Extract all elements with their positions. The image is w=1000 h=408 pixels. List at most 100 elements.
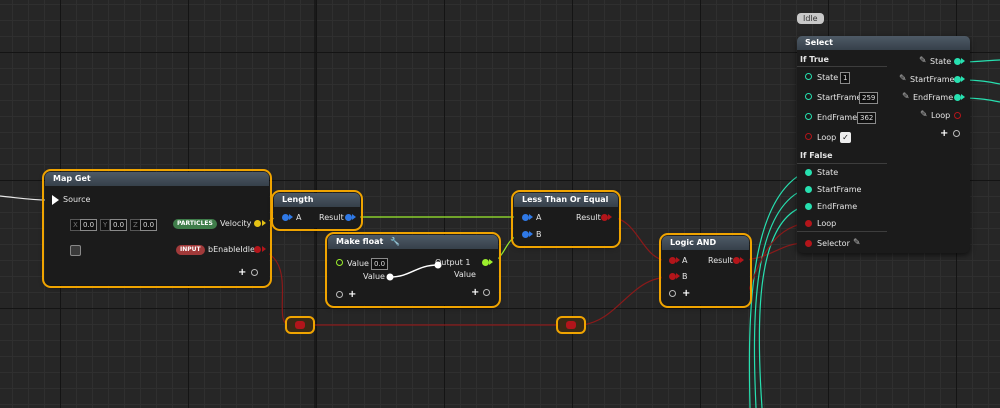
map-get-title: Map Get — [45, 172, 269, 186]
length-result-arrow — [352, 214, 356, 220]
less-b-arrow — [529, 231, 533, 237]
out-loop-label: Loop — [931, 111, 951, 120]
and-a-arrow — [676, 257, 680, 263]
less-than-node[interactable]: Less Than Or Equal A B Result — [511, 190, 621, 248]
true-loop-pin[interactable] — [805, 133, 812, 140]
out-endframe-edit-icon[interactable]: ✎ — [902, 92, 910, 102]
vec-z-field[interactable]: 0.0 — [140, 219, 158, 231]
select-add-socket[interactable] — [953, 130, 960, 137]
and-add-pin[interactable]: + — [682, 289, 690, 299]
out-loop-pin[interactable] — [954, 112, 961, 119]
and-a-pin[interactable] — [669, 257, 676, 264]
length-a-pin[interactable] — [282, 214, 289, 221]
out-startframe-label: StartFrame — [910, 75, 955, 84]
source-exec-pin[interactable] — [52, 195, 59, 205]
out-startframe-edit-icon[interactable]: ✎ — [899, 74, 907, 84]
benable-pin[interactable] — [254, 246, 261, 253]
true-startframe-field[interactable]: 259 — [859, 92, 879, 104]
and-b-arrow — [676, 273, 680, 279]
value2-label: Value — [363, 272, 385, 281]
map-get-node[interactable]: Map Get Source X 0.0 Y 0.0 Z 0.0 PARTICL… — [42, 169, 272, 288]
benable-arrow — [262, 246, 266, 252]
if-true-divider — [797, 66, 887, 67]
and-result-pin[interactable] — [733, 257, 740, 264]
select-title: Select — [797, 36, 970, 50]
selector-pin[interactable] — [805, 240, 812, 247]
false-endframe-pin[interactable] — [805, 203, 812, 210]
true-startframe-label: StartFrame — [817, 93, 862, 102]
length-node[interactable]: Length A Result — [271, 190, 363, 231]
true-state-field[interactable]: 1 — [840, 72, 851, 84]
vec-y-field[interactable]: 0.0 — [110, 219, 128, 231]
length-result-pin[interactable] — [345, 214, 352, 221]
value-in-label: Value — [347, 259, 369, 268]
selector-edit-icon[interactable]: ✎ — [853, 238, 861, 248]
particles-badge: PARTICLES — [173, 219, 217, 229]
if-false-label: If False — [800, 151, 833, 160]
logic-and-title: Logic AND — [662, 236, 749, 250]
selector-label: Selector — [817, 239, 850, 248]
and-b-pin[interactable] — [669, 273, 676, 280]
select-node[interactable]: Select If True State 1 StartFrame 259 En… — [797, 36, 970, 253]
false-startframe-pin[interactable] — [805, 186, 812, 193]
less-a-pin[interactable] — [522, 214, 529, 221]
false-loop-label: Loop — [817, 219, 837, 228]
true-endframe-field[interactable]: 362 — [857, 112, 877, 124]
out-state-pin[interactable] — [954, 58, 961, 65]
reroute-node-1[interactable] — [285, 316, 315, 334]
less-b-label: B — [536, 230, 542, 239]
float-exec-pin[interactable] — [336, 291, 343, 298]
enable-checkbox[interactable] — [70, 245, 81, 256]
make-float-title: Make float 🔧 — [328, 235, 498, 249]
less-result-pin[interactable] — [601, 214, 608, 221]
out-loop-edit-icon[interactable]: ✎ — [920, 110, 928, 120]
velocity-pin[interactable] — [254, 220, 261, 227]
output-pin[interactable] — [482, 259, 489, 266]
reroute-pin-1[interactable] — [295, 321, 305, 329]
selector-divider — [797, 231, 887, 232]
true-state-pin[interactable] — [805, 73, 812, 80]
select-add-pin[interactable]: + — [940, 129, 948, 139]
make-float-title-text: Make float — [336, 237, 384, 246]
less-b-pin[interactable] — [522, 231, 529, 238]
value-in-pin[interactable] — [336, 259, 343, 266]
idle-comment-bubble[interactable]: Idle — [797, 13, 824, 24]
source-label: Source — [63, 195, 91, 204]
out-state-arrow — [961, 58, 965, 64]
wire-and-selector — [739, 242, 806, 261]
true-loop-label: Loop — [817, 133, 837, 142]
vec-x-field[interactable]: 0.0 — [80, 219, 98, 231]
out-endframe-pin[interactable] — [954, 94, 961, 101]
and-exec-pin[interactable] — [669, 290, 676, 297]
float-add-pin-right[interactable]: + — [471, 288, 479, 298]
velocity-label: Velocity — [220, 219, 252, 228]
false-startframe-label: StartFrame — [817, 185, 862, 194]
false-loop-pin[interactable] — [805, 220, 812, 227]
true-loop-checkbox[interactable]: ✓ — [840, 132, 851, 143]
less-result-label: Result — [576, 213, 601, 222]
wrench-icon: 🔧 — [390, 237, 401, 246]
false-state-pin[interactable] — [805, 169, 812, 176]
reroute-node-2[interactable] — [556, 316, 586, 334]
less-than-title: Less Than Or Equal — [514, 193, 618, 207]
out-state-edit-icon[interactable]: ✎ — [919, 56, 927, 66]
vec-y-label: Y — [100, 219, 111, 231]
add-pin-button[interactable]: + — [238, 268, 246, 278]
out-endframe-label: EndFrame — [913, 93, 954, 102]
float-add-pin-left[interactable]: + — [348, 290, 356, 300]
if-true-label: If True — [800, 55, 829, 64]
wire-source — [0, 195, 49, 201]
make-float-node[interactable]: Make float 🔧 Value 0.0 Value Output 1 Va… — [325, 232, 501, 308]
graph-canvas[interactable]: Map Get Source X 0.0 Y 0.0 Z 0.0 PARTICL… — [0, 0, 1000, 408]
reroute-pin-2[interactable] — [566, 321, 576, 329]
false-state-label: State — [817, 168, 839, 177]
true-endframe-pin[interactable] — [805, 113, 812, 120]
true-startframe-pin[interactable] — [805, 93, 812, 100]
add-pin-socket[interactable] — [251, 269, 258, 276]
float-add-socket[interactable] — [483, 289, 490, 296]
logic-and-node[interactable]: Logic AND A B Result + — [659, 233, 752, 308]
out-startframe-pin[interactable] — [954, 76, 961, 83]
and-a-label: A — [682, 256, 688, 265]
velocity-arrow — [262, 220, 266, 226]
wire-reroute-and-b — [581, 276, 671, 326]
